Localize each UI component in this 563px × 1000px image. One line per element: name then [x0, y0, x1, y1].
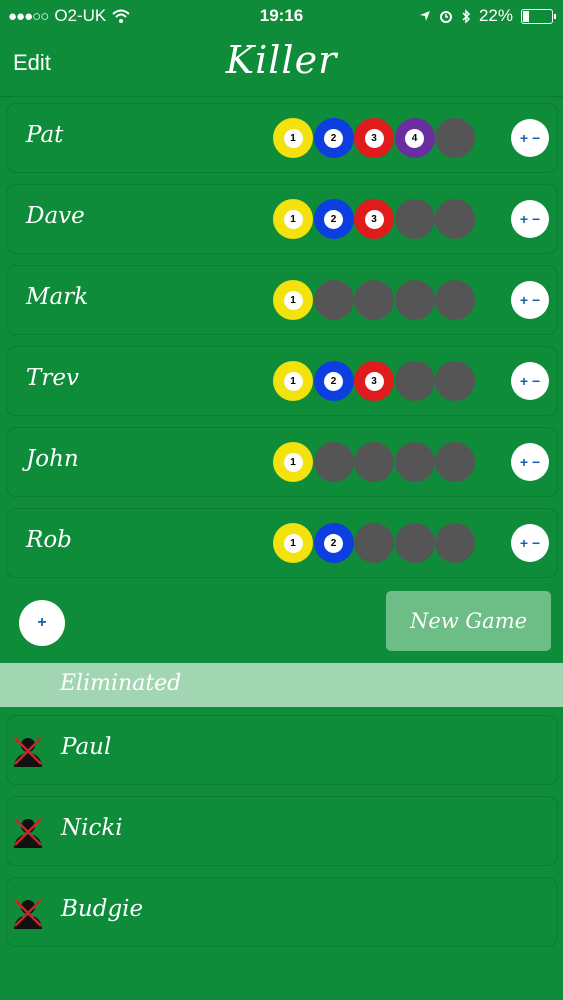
player-row[interactable]: John 1 + − — [6, 427, 558, 497]
player-row[interactable]: Trev 1 2 3 + − — [6, 346, 558, 416]
empty-life-slot — [313, 442, 354, 482]
battery-icon — [521, 8, 556, 24]
life-ball-number: 1 — [283, 452, 303, 472]
life-ball-2: 2 — [313, 199, 354, 239]
life-ball-1: 1 — [273, 442, 313, 482]
life-ball-number: 4 — [405, 128, 424, 148]
life-ball-2: 2 — [313, 361, 354, 401]
eliminated-header-label: Eliminated — [60, 671, 182, 696]
life-ball-number: 2 — [324, 128, 343, 148]
life-ball-number: 2 — [324, 533, 343, 553]
life-ball-number: 1 — [283, 128, 303, 148]
empty-life-slot — [354, 523, 394, 563]
life-ball-number: 1 — [283, 209, 303, 229]
life-ball-3: 3 — [354, 361, 394, 401]
eliminated-player-row[interactable]: Paul — [6, 715, 558, 785]
life-ball-number: 2 — [324, 371, 343, 391]
life-ball-1: 1 — [273, 199, 313, 239]
empty-life-slot — [394, 199, 435, 239]
life-ball-number: 3 — [364, 371, 384, 391]
lives-indicator: 1 2 3 — [273, 361, 476, 401]
plus-minus-lives-button[interactable]: + − — [511, 281, 549, 319]
life-ball-3: 3 — [354, 199, 394, 239]
player-name: Trev — [26, 365, 79, 391]
life-ball-1: 1 — [273, 361, 313, 401]
eliminated-player-name: Nicki — [61, 815, 123, 841]
life-ball-1: 1 — [273, 280, 313, 320]
life-ball-1: 1 — [273, 118, 313, 158]
eliminated-player-row[interactable]: Budgie — [6, 877, 558, 947]
eliminated-player-name: Budgie — [61, 896, 144, 922]
plus-minus-lives-button[interactable]: + − — [511, 362, 549, 400]
plus-minus-lives-button[interactable]: + − — [511, 524, 549, 562]
eliminated-player-icon — [14, 899, 42, 929]
lives-indicator: 1 2 3 4 — [273, 118, 476, 158]
life-ball-number: 3 — [364, 209, 384, 229]
empty-life-slot — [435, 361, 475, 401]
lives-indicator: 12 — [273, 523, 476, 563]
empty-life-slot — [435, 442, 475, 482]
player-row[interactable]: Rob 1 2 + − — [6, 508, 558, 578]
bluetooth-icon — [462, 8, 471, 24]
player-name: Pat — [26, 122, 64, 148]
status-bar: ●●●○○ O2-UK 19:16 22% — [0, 0, 563, 32]
empty-life-slot — [435, 118, 475, 158]
new-game-button[interactable]: New Game — [386, 591, 551, 651]
add-player-button[interactable]: + — [19, 600, 65, 646]
life-ball-2: 2 — [313, 118, 354, 158]
life-ball-1: 1 — [273, 523, 313, 563]
empty-life-slot — [435, 523, 475, 563]
player-row[interactable]: Mark 1 + − — [6, 265, 558, 335]
lives-indicator: 1 2 3 — [273, 199, 476, 239]
life-ball-number: 1 — [283, 290, 303, 310]
eliminated-section-header: Eliminated — [0, 663, 563, 707]
plus-minus-lives-button[interactable]: + − — [511, 443, 549, 481]
empty-life-slot — [394, 280, 435, 320]
eliminated-player-name: Paul — [61, 734, 112, 760]
life-ball-2: 2 — [313, 523, 354, 563]
navigation-bar: Edit Killer — [0, 32, 563, 96]
life-ball-number: 1 — [283, 533, 303, 553]
eliminated-player-row[interactable]: Nicki — [6, 796, 558, 866]
life-ball-number: 1 — [283, 371, 303, 391]
empty-life-slot — [394, 442, 435, 482]
empty-life-slot — [313, 280, 354, 320]
player-name: Dave — [26, 203, 85, 229]
empty-life-slot — [354, 442, 394, 482]
empty-life-slot — [354, 280, 394, 320]
lives-indicator: 1 — [273, 442, 476, 482]
empty-life-slot — [394, 361, 435, 401]
player-row[interactable]: Pat 1 2 3 4 + − — [6, 103, 558, 173]
page-title: Killer — [225, 38, 338, 82]
plus-minus-lives-button[interactable]: + − — [511, 200, 549, 238]
life-ball-number: 2 — [324, 209, 343, 229]
player-name: Mark — [26, 284, 89, 310]
alarm-clock-icon — [439, 11, 452, 23]
player-name: Rob — [26, 527, 72, 553]
player-row[interactable]: Dave 1 2 3 + − — [6, 184, 558, 254]
empty-life-slot — [435, 199, 475, 239]
plus-minus-lives-button[interactable]: + − — [511, 119, 549, 157]
status-right: 22% — [419, 6, 556, 26]
lives-indicator: 1 — [273, 280, 476, 320]
battery-percent: 22% — [478, 6, 513, 25]
life-ball-3: 3 — [354, 118, 394, 158]
life-ball-4: 4 — [394, 118, 435, 158]
empty-life-slot — [435, 280, 475, 320]
eliminated-player-icon — [14, 737, 42, 767]
location-arrow-icon — [419, 11, 430, 21]
player-name: John — [26, 446, 79, 472]
life-ball-number: 3 — [364, 128, 384, 148]
eliminated-player-icon — [14, 818, 42, 848]
nav-divider — [0, 96, 563, 97]
empty-life-slot — [394, 523, 435, 563]
